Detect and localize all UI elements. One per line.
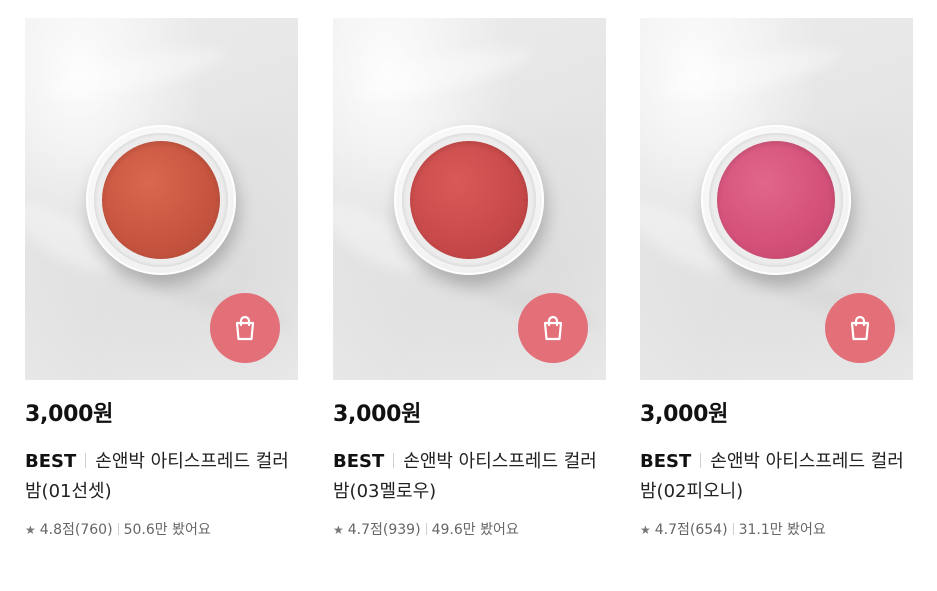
best-badge: BEST xyxy=(25,451,77,472)
views-text: 50.6만 봤어요 xyxy=(123,522,211,538)
shopping-bag-icon xyxy=(543,315,563,341)
add-to-cart-button[interactable] xyxy=(518,293,588,363)
divider xyxy=(732,523,734,535)
product-image[interactable] xyxy=(333,18,606,380)
balm-jar-image xyxy=(394,125,544,275)
rating-text: 4.8점(760) xyxy=(39,522,113,538)
divider xyxy=(700,453,702,468)
divider xyxy=(393,453,395,468)
product-card[interactable]: 3,000원 BEST 손앤박 아티스프레드 컬러밤(02피오니) ★ 4.7점(6… xyxy=(640,18,913,539)
product-image[interactable] xyxy=(25,18,298,380)
product-price: 3,000원 xyxy=(25,402,114,427)
best-badge: BEST xyxy=(640,451,692,472)
balm-color-swatch xyxy=(717,141,835,259)
product-price: 3,000원 xyxy=(640,402,729,427)
add-to-cart-button[interactable] xyxy=(825,293,895,363)
product-price: 3,000원 xyxy=(333,402,422,427)
product-meta: ★ 4.7점(939) 49.6만 봤어요 xyxy=(333,521,606,539)
product-name[interactable]: BEST 손앤박 아티스프레드 컬러밤(02피오니) xyxy=(640,447,913,507)
shopping-bag-icon xyxy=(235,315,255,341)
product-name[interactable]: BEST 손앤박 아티스프레드 컬러밤(01선셋) xyxy=(25,447,298,507)
product-meta: ★ 4.8점(760) 50.6만 봤어요 xyxy=(25,521,298,539)
balm-jar-image xyxy=(701,125,851,275)
shopping-bag-icon xyxy=(850,315,870,341)
product-name[interactable]: BEST 손앤박 아티스프레드 컬러밤(03멜로우) xyxy=(333,447,606,507)
star-icon: ★ xyxy=(333,523,344,537)
product-card[interactable]: 3,000원 BEST 손앤박 아티스프레드 컬러밤(01선셋) ★ 4.8점(76… xyxy=(25,18,298,539)
product-meta: ★ 4.7점(654) 31.1만 봤어요 xyxy=(640,521,913,539)
product-grid: 3,000원 BEST 손앤박 아티스프레드 컬러밤(01선셋) ★ 4.8점(76… xyxy=(0,0,937,591)
views-text: 31.1만 봤어요 xyxy=(738,522,826,538)
balm-color-swatch xyxy=(410,141,528,259)
rating-text: 4.7점(939) xyxy=(347,522,421,538)
product-image[interactable] xyxy=(640,18,913,380)
divider xyxy=(117,523,119,535)
add-to-cart-button[interactable] xyxy=(210,293,280,363)
balm-color-swatch xyxy=(102,141,220,259)
best-badge: BEST xyxy=(333,451,385,472)
star-icon: ★ xyxy=(25,523,36,537)
balm-jar-image xyxy=(86,125,236,275)
divider xyxy=(85,453,87,468)
rating-text: 4.7점(654) xyxy=(654,522,728,538)
divider xyxy=(425,523,427,535)
product-card[interactable]: 3,000원 BEST 손앤박 아티스프레드 컬러밤(03멜로우) ★ 4.7점(9… xyxy=(333,18,606,539)
star-icon: ★ xyxy=(640,523,651,537)
views-text: 49.6만 봤어요 xyxy=(431,522,519,538)
